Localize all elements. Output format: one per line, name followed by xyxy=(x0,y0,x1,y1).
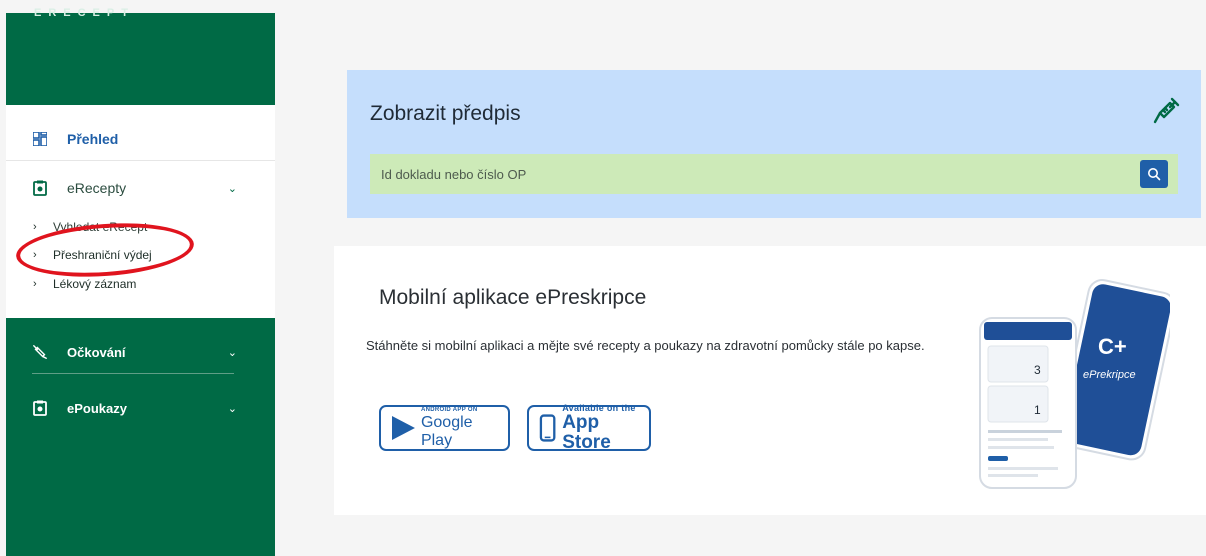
syringe-icon xyxy=(1152,95,1182,125)
sidebar-green-section: Očkování ⌄ ePoukazy ⌄ xyxy=(6,318,275,556)
syringe-icon xyxy=(32,344,48,360)
search-button[interactable] xyxy=(1140,160,1168,188)
phone-icon xyxy=(539,414,556,442)
chevron-down-icon: ⌄ xyxy=(227,182,237,195)
sidebar-item-label: ePoukazy xyxy=(67,400,127,416)
app-card-description: Stáhněte si mobilní aplikaci a mějte své… xyxy=(366,338,925,353)
brand-header: ERECEPT xyxy=(6,7,275,105)
google-play-big-text: Google Play xyxy=(420,413,473,449)
dashboard-icon xyxy=(32,131,48,147)
brand-logo-text: ERECEPT xyxy=(34,7,135,19)
google-play-small-text: ANDROID APP ON xyxy=(420,406,478,413)
app-card-title: Mobilní aplikace ePreskripce xyxy=(379,286,647,309)
search-icon xyxy=(1148,168,1161,181)
sidebar: ERECEPT Přehled eRecepty ⌄ › Vyhledat eR… xyxy=(6,7,275,556)
app-store-big-text: App Store xyxy=(562,412,611,453)
sidebar-item-label: Přehled xyxy=(67,131,119,147)
sidebar-item-prehled[interactable]: Přehled xyxy=(6,117,275,161)
chevron-down-icon: ⌄ xyxy=(227,402,237,415)
sidebar-subitem-lekovy-zaznam[interactable]: › Lékový záznam xyxy=(6,273,275,295)
sidebar-item-epoukazy[interactable]: ePoukazy ⌄ xyxy=(6,388,275,428)
clipboard-icon xyxy=(32,400,48,416)
sidebar-item-label: eRecepty xyxy=(67,180,127,196)
chevron-right-icon: › xyxy=(33,278,37,290)
sidebar-item-erecepty[interactable]: eRecepty ⌄ xyxy=(6,168,275,208)
sidebar-subitem-preshranicni[interactable]: › Přeshraniční výdej xyxy=(6,244,275,266)
chevron-right-icon: › xyxy=(33,221,37,233)
app-store-button[interactable]: Available on the App Store xyxy=(527,403,651,453)
clipboard-icon xyxy=(32,180,48,196)
divider xyxy=(6,160,275,161)
chevron-right-icon: › xyxy=(33,249,37,261)
google-play-icon xyxy=(391,416,415,440)
search-card-title: Zobrazit předpis xyxy=(370,102,521,125)
phone-logo-icon: C+ xyxy=(1098,334,1127,359)
page: ERECEPT Přehled eRecepty ⌄ › Vyhledat eR… xyxy=(0,0,1206,556)
svg-text:3: 3 xyxy=(1034,363,1041,377)
sidebar-item-label: Očkování xyxy=(67,344,126,360)
sidebar-subitem-label: Vyhledat eRecept xyxy=(53,220,148,234)
search-box xyxy=(370,154,1178,194)
chevron-down-icon: ⌄ xyxy=(227,346,237,359)
search-input[interactable] xyxy=(370,154,1140,194)
svg-text:1: 1 xyxy=(1034,403,1041,417)
phones-illustration: C+ ePrekripce 3 1 xyxy=(974,274,1176,494)
divider xyxy=(32,373,234,374)
sidebar-subitem-label: Lékový záznam xyxy=(53,277,137,291)
search-card: Zobrazit předpis xyxy=(347,70,1201,218)
mobile-app-card: Mobilní aplikace ePreskripce Stáhněte si… xyxy=(334,246,1206,515)
phone-brand-text: ePrekripce xyxy=(1083,369,1136,381)
google-play-button[interactable]: ANDROID APP ON Google Play xyxy=(379,405,510,451)
sidebar-subitem-vyhledat[interactable]: › Vyhledat eRecept xyxy=(6,216,275,238)
sidebar-item-ockovani[interactable]: Očkování ⌄ xyxy=(6,332,275,372)
sidebar-subitem-label: Přeshraniční výdej xyxy=(53,248,152,262)
